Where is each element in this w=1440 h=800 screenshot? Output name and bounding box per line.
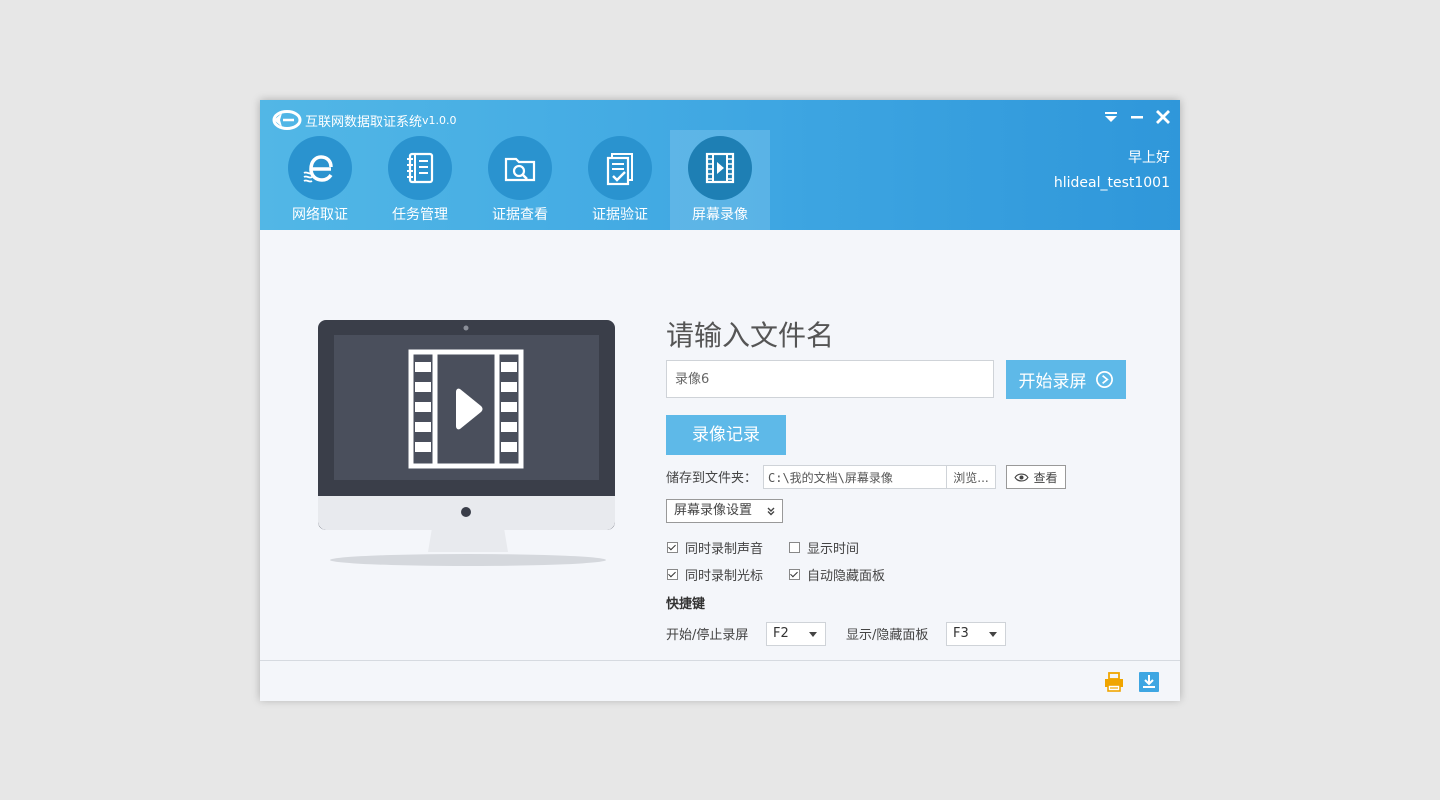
record-audio-label: 同时录制声音	[685, 542, 764, 557]
nav-label: 屏幕录像	[692, 207, 748, 223]
eye-icon	[1014, 472, 1030, 482]
menu-dropdown-icon[interactable]	[1102, 108, 1120, 126]
record-cursor-label: 同时录制光标	[685, 569, 764, 584]
nav-label: 任务管理	[392, 207, 448, 223]
filename-heading: 请输入文件名	[666, 319, 835, 352]
nav-label: 证据查看	[492, 207, 548, 223]
app-title-text: 互联网数据取证系统	[305, 114, 423, 130]
toggle-panel-hotkey-value: F3	[953, 626, 969, 641]
record-cursor-checkbox[interactable]: 同时录制光标	[667, 565, 763, 584]
recording-settings-label: 屏幕录像设置	[674, 503, 753, 518]
recording-history-button[interactable]: 录像记录	[666, 415, 786, 455]
checkbox-checked-icon	[789, 569, 800, 580]
play-circle-icon	[1095, 371, 1113, 388]
nav-item-web-evidence[interactable]: 网络取证	[270, 130, 370, 230]
save-folder-path[interactable]: C:\我的文档\屏幕录像	[763, 465, 947, 489]
film-play-icon	[688, 136, 752, 200]
window-controls	[1102, 108, 1172, 126]
auto-hide-panel-label: 自动隐藏面板	[807, 569, 886, 584]
nav-item-evidence-verify[interactable]: 证据验证	[570, 130, 670, 230]
title-bar: 互联网数据取证系统 v1.0.0 网络取证 任务管理 证据查看 证据验证 屏幕录…	[260, 100, 1180, 230]
start-recording-button[interactable]: 开始录屏	[1006, 360, 1126, 399]
checkbox-checked-icon	[667, 569, 678, 580]
main-nav: 网络取证 任务管理 证据查看 证据验证 屏幕录像	[270, 130, 770, 230]
user-info: 早上好 hlideal_test1001	[1054, 146, 1170, 196]
nav-item-task-management[interactable]: 任务管理	[370, 130, 470, 230]
nav-label: 网络取证	[292, 207, 348, 223]
app-window: 互联网数据取证系统 v1.0.0 网络取证 任务管理 证据查看 证据验证 屏幕录…	[260, 100, 1180, 701]
start-stop-hotkey-select[interactable]: F2	[766, 622, 826, 646]
document-check-icon	[588, 136, 652, 200]
notebook-icon	[388, 136, 452, 200]
close-icon[interactable]	[1154, 108, 1172, 126]
checkbox-checked-icon	[667, 542, 678, 553]
folder-search-icon	[488, 136, 552, 200]
show-time-label: 显示时间	[807, 542, 860, 557]
toggle-panel-hotkey-label: 显示/隐藏面板	[846, 628, 929, 643]
greeting: 早上好	[1128, 150, 1170, 166]
double-chevron-down-icon	[766, 500, 776, 524]
logo-icon	[272, 110, 302, 130]
download-icon[interactable]	[1138, 671, 1160, 693]
toggle-panel-hotkey-select[interactable]: F3	[946, 622, 1006, 646]
app-title: 互联网数据取证系统 v1.0.0	[270, 109, 457, 131]
record-audio-checkbox[interactable]: 同时录制声音	[667, 538, 763, 557]
view-folder-label: 查看	[1033, 470, 1058, 485]
nav-item-evidence-view[interactable]: 证据查看	[470, 130, 570, 230]
view-folder-button[interactable]: 查看	[1006, 465, 1066, 489]
show-time-checkbox[interactable]: 显示时间	[789, 538, 859, 557]
nav-item-screen-record[interactable]: 屏幕录像	[670, 130, 770, 230]
auto-hide-panel-checkbox[interactable]: 自动隐藏面板	[789, 565, 885, 584]
save-folder-label: 储存到文件夹：	[666, 471, 758, 486]
monitor-illustration	[318, 320, 615, 566]
minimize-icon[interactable]	[1128, 108, 1146, 126]
dropdown-arrow-icon	[989, 632, 997, 637]
web-evidence-icon	[288, 136, 352, 200]
start-stop-hotkey-value: F2	[773, 626, 789, 641]
footer-bar	[260, 660, 1180, 701]
start-recording-label: 开始录屏	[1018, 372, 1087, 392]
dropdown-arrow-icon	[809, 632, 817, 637]
username: hlideal_test1001	[1053, 175, 1170, 191]
browse-button[interactable]: 浏览...	[946, 465, 996, 489]
recording-settings-dropdown[interactable]: 屏幕录像设置	[666, 499, 783, 523]
checkbox-unchecked-icon	[789, 542, 800, 553]
print-icon[interactable]	[1103, 671, 1125, 693]
start-stop-hotkey-label: 开始/停止录屏	[666, 628, 749, 643]
hotkeys-title: 快捷键	[666, 597, 706, 612]
app-version: v1.0.0	[422, 113, 457, 127]
nav-label: 证据验证	[592, 207, 648, 223]
filename-input[interactable]: 录像6	[666, 360, 994, 398]
